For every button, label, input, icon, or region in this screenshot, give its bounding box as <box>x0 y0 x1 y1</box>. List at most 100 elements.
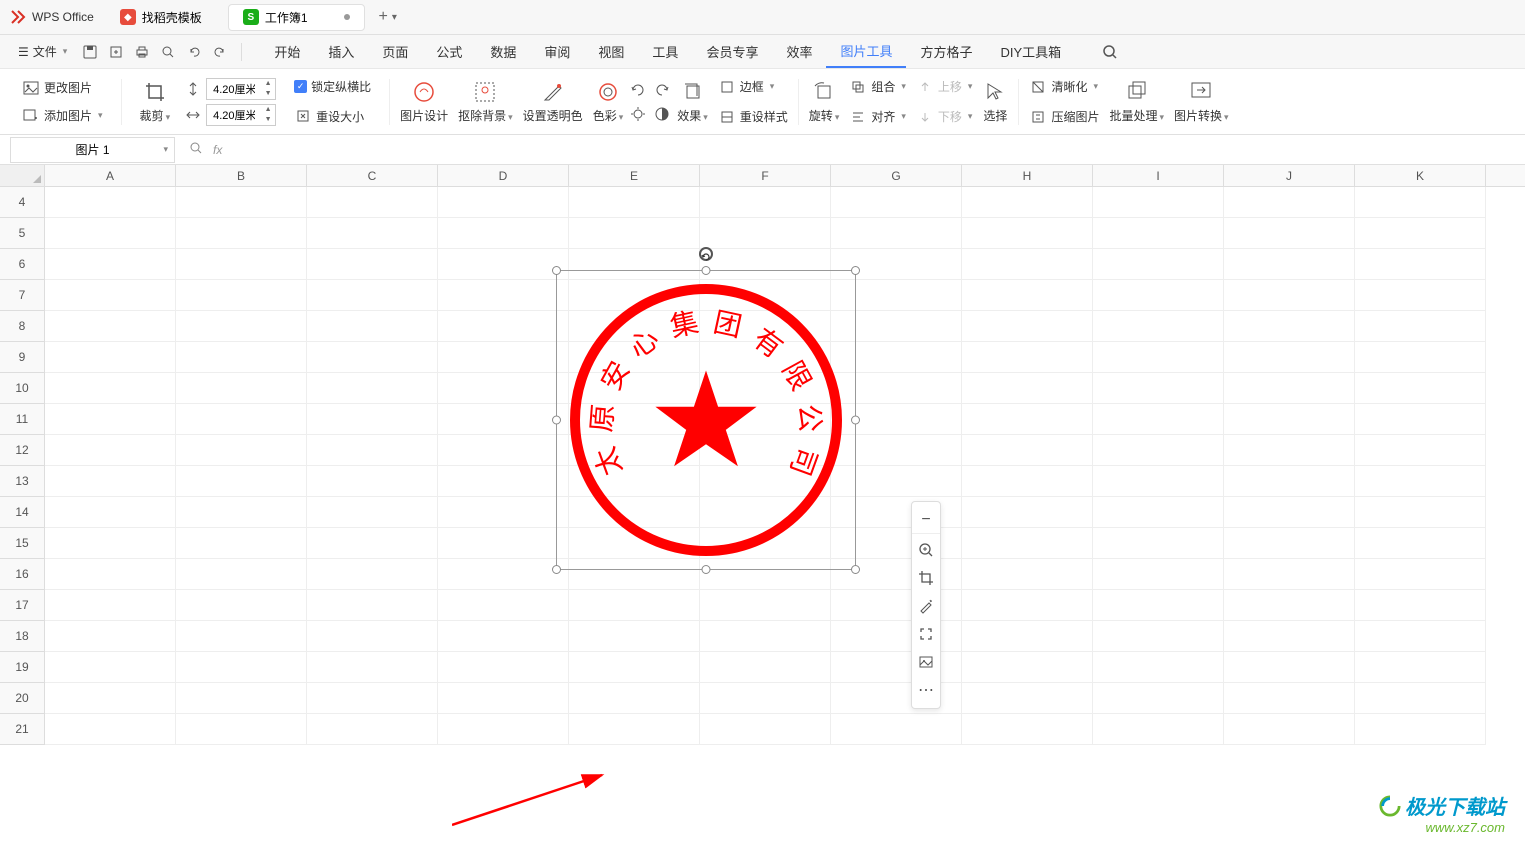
cell[interactable] <box>45 590 176 621</box>
cell[interactable] <box>1093 466 1224 497</box>
row-header[interactable]: 17 <box>0 590 45 621</box>
cell[interactable] <box>1355 435 1486 466</box>
float-fullscreen-button[interactable] <box>912 620 940 648</box>
cell[interactable] <box>700 590 831 621</box>
cell[interactable] <box>831 683 962 714</box>
height-up[interactable]: ▲ <box>261 79 275 89</box>
cell[interactable] <box>176 621 307 652</box>
cell[interactable] <box>1224 280 1355 311</box>
cell[interactable] <box>1355 497 1486 528</box>
rotate-right-icon[interactable] <box>653 81 671 99</box>
cell[interactable] <box>438 435 569 466</box>
row-header[interactable]: 21 <box>0 714 45 745</box>
cell[interactable] <box>1093 280 1224 311</box>
transparency-button[interactable]: 设置透明色 <box>519 76 587 127</box>
row-header[interactable]: 20 <box>0 683 45 714</box>
align-button[interactable]: 对齐▾ <box>845 105 910 129</box>
cell[interactable] <box>962 497 1093 528</box>
cell[interactable] <box>307 187 438 218</box>
cell[interactable] <box>1224 497 1355 528</box>
cell[interactable] <box>1355 187 1486 218</box>
cell[interactable] <box>176 187 307 218</box>
rotate-button[interactable]: 旋转▾ <box>805 76 844 127</box>
cell[interactable] <box>1355 528 1486 559</box>
menu-tab-4[interactable]: 数据 <box>476 36 530 67</box>
cell[interactable] <box>307 714 438 745</box>
resize-handle-bl[interactable] <box>552 565 561 574</box>
cell[interactable] <box>176 714 307 745</box>
cell[interactable] <box>438 311 569 342</box>
cell[interactable] <box>1355 280 1486 311</box>
cell[interactable] <box>307 218 438 249</box>
cell[interactable] <box>1355 559 1486 590</box>
tab-templates[interactable]: ◆ 找稻壳模板 <box>106 5 216 30</box>
cell[interactable] <box>176 683 307 714</box>
crop-button[interactable]: 裁剪▾ <box>136 76 175 127</box>
width-up[interactable]: ▲ <box>261 105 275 115</box>
cell[interactable] <box>831 218 962 249</box>
column-header[interactable]: H <box>962 165 1093 186</box>
print-preview-icon[interactable] <box>157 41 179 63</box>
menu-tab-2[interactable]: 页面 <box>368 36 422 67</box>
cell[interactable] <box>1224 652 1355 683</box>
menu-tab-9[interactable]: 效率 <box>772 36 826 67</box>
cell[interactable] <box>962 249 1093 280</box>
row-header[interactable]: 10 <box>0 373 45 404</box>
row-header[interactable]: 19 <box>0 652 45 683</box>
rotate-left-icon[interactable] <box>629 81 647 99</box>
resize-handle-tr[interactable] <box>851 266 860 275</box>
cell[interactable] <box>176 466 307 497</box>
row-header[interactable]: 14 <box>0 497 45 528</box>
cell[interactable] <box>962 404 1093 435</box>
cell[interactable] <box>438 621 569 652</box>
select-button[interactable]: 选择 <box>978 76 1012 127</box>
cell[interactable] <box>1224 342 1355 373</box>
cell[interactable] <box>307 373 438 404</box>
pic-design-button[interactable]: 图片设计 <box>396 76 452 127</box>
row-header[interactable]: 7 <box>0 280 45 311</box>
cell[interactable] <box>962 280 1093 311</box>
cell[interactable] <box>438 342 569 373</box>
cell[interactable] <box>45 559 176 590</box>
menu-tab-10[interactable]: 图片工具 <box>826 35 906 68</box>
brightness-icon[interactable] <box>629 105 647 123</box>
resize-handle-mr[interactable] <box>851 416 860 425</box>
cell[interactable] <box>700 621 831 652</box>
cell[interactable] <box>438 373 569 404</box>
cell[interactable] <box>569 218 700 249</box>
cell[interactable] <box>831 652 962 683</box>
cell[interactable] <box>569 714 700 745</box>
cell[interactable] <box>1224 435 1355 466</box>
resize-handle-bc[interactable] <box>702 565 711 574</box>
cell[interactable] <box>307 249 438 280</box>
cell[interactable] <box>1355 218 1486 249</box>
column-header[interactable]: A <box>45 165 176 186</box>
cell[interactable] <box>176 373 307 404</box>
row-header[interactable]: 9 <box>0 342 45 373</box>
cell[interactable] <box>1093 497 1224 528</box>
cell[interactable] <box>1355 714 1486 745</box>
cell[interactable] <box>962 559 1093 590</box>
row-header[interactable]: 16 <box>0 559 45 590</box>
cell[interactable] <box>1224 187 1355 218</box>
cell[interactable] <box>176 249 307 280</box>
cell[interactable] <box>1224 683 1355 714</box>
cell[interactable] <box>176 590 307 621</box>
cell[interactable] <box>438 528 569 559</box>
cell[interactable] <box>962 218 1093 249</box>
cell[interactable] <box>1224 404 1355 435</box>
cell[interactable] <box>307 497 438 528</box>
cell[interactable] <box>962 590 1093 621</box>
reset-style-button[interactable]: 重设样式 <box>714 105 792 129</box>
save-icon[interactable] <box>79 41 101 63</box>
float-magic-button[interactable] <box>912 592 940 620</box>
cell[interactable] <box>438 249 569 280</box>
cell[interactable] <box>45 714 176 745</box>
cell[interactable] <box>962 435 1093 466</box>
height-down[interactable]: ▼ <box>261 89 275 99</box>
cell[interactable] <box>45 528 176 559</box>
menu-tab-3[interactable]: 公式 <box>422 36 476 67</box>
cell[interactable] <box>1224 373 1355 404</box>
lock-ratio-checkbox[interactable]: ✓锁定纵横比 <box>290 75 375 98</box>
cell[interactable] <box>831 187 962 218</box>
